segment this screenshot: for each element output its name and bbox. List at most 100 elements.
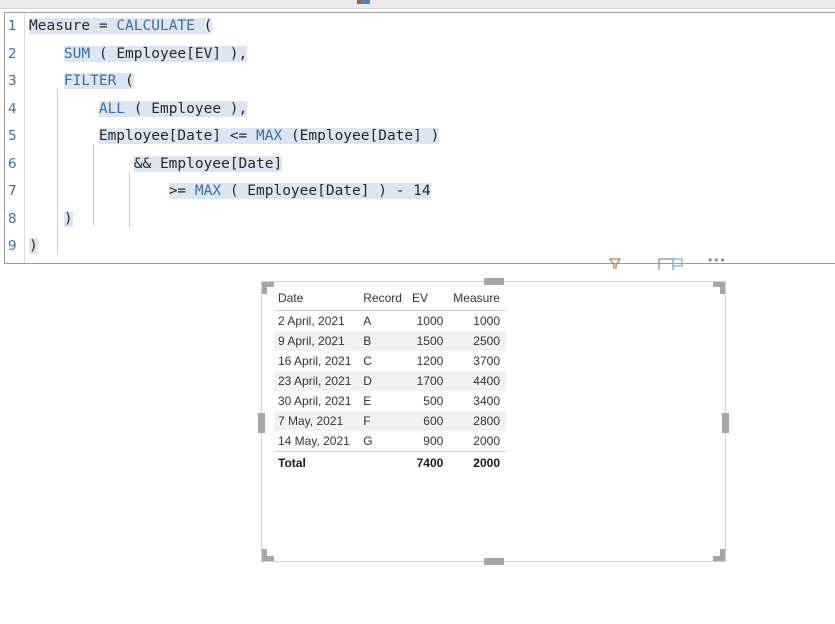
resize-handle-bottom[interactable]: [484, 558, 504, 565]
code-line-text[interactable]: && Employee[Date]: [29, 151, 283, 179]
cell-record[interactable]: G: [359, 431, 408, 452]
visual-header-icons[interactable]: •••: [600, 258, 760, 272]
code-line[interactable]: 4 ALL ( Employee ),: [5, 96, 835, 124]
cell-measure[interactable]: 2000: [449, 431, 506, 452]
cell-ev[interactable]: 1700: [407, 371, 450, 391]
code-line[interactable]: 2 SUM ( Employee[EV] ),: [5, 41, 835, 69]
line-number: 4: [8, 100, 17, 117]
resize-handle-left[interactable]: [258, 413, 265, 433]
focus-mode-icon[interactable]: [658, 258, 684, 270]
cell-record[interactable]: A: [359, 311, 408, 332]
cell-date[interactable]: 7 May, 2021: [274, 411, 360, 431]
total-cell-ev: 7400: [407, 451, 450, 473]
indent-guide: [93, 144, 94, 226]
selection-highlight: ): [29, 238, 38, 254]
dax-keyword: MAX: [194, 183, 222, 199]
total-cell-measure: 2000: [449, 451, 506, 473]
table-visual-container[interactable]: Date Record EV Measure 2 April, 2021 A 100…: [258, 278, 729, 565]
selection-highlight: FILTER (: [63, 73, 134, 89]
line-number: 8: [8, 210, 17, 227]
cell-date[interactable]: 9 April, 2021: [274, 331, 360, 351]
code-line-text[interactable]: Measure = CALCULATE (: [29, 13, 213, 41]
cell-date[interactable]: 14 May, 2021: [274, 431, 359, 452]
total-cell-date: Total: [274, 451, 360, 473]
selection-highlight: ): [63, 210, 73, 227]
cell-record[interactable]: F: [359, 411, 408, 431]
line-number: 3: [8, 73, 17, 89]
table-row[interactable]: 16 April, 2021 C 1200 3700: [274, 351, 506, 371]
cell-ev[interactable]: 500: [408, 391, 449, 411]
table-row[interactable]: 9 April, 2021 B 1500 2500: [274, 331, 506, 351]
dax-keyword: CALCULATE: [116, 18, 195, 34]
cell-measure[interactable]: 1000: [449, 311, 506, 332]
resize-handle-top[interactable]: [484, 278, 504, 285]
selection-highlight: && Employee[Date]: [133, 155, 283, 172]
code-line-text[interactable]: ALL ( Employee ),: [29, 96, 248, 124]
cell-date[interactable]: 16 April, 2021: [274, 351, 359, 371]
dax-keyword: MAX: [255, 128, 283, 144]
top-toolbar-strip: [0, 0, 835, 9]
table-visual[interactable]: Date Record EV Measure 2 April, 2021 A 100…: [274, 287, 506, 473]
selection-highlight: Measure = CALCULATE (: [29, 18, 213, 34]
data-table[interactable]: Date Record EV Measure 2 April, 2021 A 100…: [274, 287, 506, 473]
dax-keyword: FILTER: [63, 73, 117, 89]
column-header-ev[interactable]: EV: [407, 287, 450, 311]
dax-formula-editor[interactable]: 1 Measure = CALCULATE ( 2 SUM ( Employee[E…: [4, 12, 835, 264]
selection-highlight: Employee[Date] <= MAX (Employee[Date] ): [98, 128, 440, 144]
cell-ev[interactable]: 600: [407, 411, 450, 431]
code-line[interactable]: 5 Employee[Date] <= MAX (Employee[Date] …: [5, 123, 835, 151]
table-row[interactable]: 2 April, 2021 A 1000 1000: [274, 311, 506, 332]
column-header-date[interactable]: Date: [274, 287, 360, 311]
cell-measure[interactable]: 4400: [449, 371, 506, 391]
code-line-text[interactable]: >= MAX ( Employee[Date] ) - 14: [29, 178, 431, 206]
code-line[interactable]: 3 FILTER (: [5, 68, 835, 96]
cell-measure[interactable]: 3400: [449, 391, 506, 411]
code-line-text[interactable]: ): [29, 206, 73, 234]
line-number: 5: [8, 128, 17, 144]
cell-ev[interactable]: 1500: [407, 331, 450, 351]
table-header-row: Date Record EV Measure: [274, 287, 506, 311]
code-line-text[interactable]: Employee[Date] <= MAX (Employee[Date] ): [29, 123, 440, 151]
column-header-record[interactable]: Record: [359, 287, 408, 311]
code-line-text[interactable]: ): [29, 233, 38, 261]
column-header-measure[interactable]: Measure: [449, 287, 506, 311]
code-line[interactable]: 9): [5, 233, 835, 261]
table-row[interactable]: 14 May, 2021 G 900 2000: [274, 431, 506, 452]
dax-keyword: SUM: [63, 45, 91, 62]
cell-record[interactable]: D: [359, 371, 408, 391]
selection-highlight: >= MAX ( Employee[Date] ) - 14: [168, 183, 431, 199]
cell-measure[interactable]: 2800: [449, 411, 506, 431]
filter-icon[interactable]: [608, 258, 622, 269]
resize-handle-right[interactable]: [722, 413, 729, 433]
line-number: 2: [8, 45, 17, 62]
table-row[interactable]: 30 April, 2021 E 500 3400: [274, 391, 506, 411]
code-line-text[interactable]: SUM ( Employee[EV] ),: [29, 41, 248, 69]
table-body[interactable]: 2 April, 2021 A 1000 1000 9 April, 2021 B 1500…: [274, 311, 506, 473]
code-line-text[interactable]: FILTER (: [29, 68, 134, 96]
cell-measure[interactable]: 3700: [449, 351, 506, 371]
selection-highlight: ALL ( Employee ),: [98, 100, 248, 117]
cell-measure[interactable]: 2500: [449, 331, 506, 351]
total-cell-record: [359, 451, 408, 473]
indent-guide: [57, 89, 58, 254]
cell-date[interactable]: 23 April, 2021: [274, 371, 360, 391]
cell-date[interactable]: 30 April, 2021: [274, 391, 359, 411]
cell-ev[interactable]: 1000: [408, 311, 449, 332]
table-row[interactable]: 23 April, 2021 D 1700 4400: [274, 371, 506, 391]
cell-ev[interactable]: 900: [408, 431, 449, 452]
indent-guide: [129, 172, 130, 227]
more-options-icon[interactable]: •••: [708, 258, 730, 264]
line-number: 9: [8, 238, 17, 254]
cell-record[interactable]: E: [359, 391, 408, 411]
cell-record[interactable]: B: [359, 331, 408, 351]
cell-ev[interactable]: 1200: [408, 351, 449, 371]
dax-keyword: ALL: [98, 100, 126, 117]
line-number: 1: [8, 18, 17, 34]
cell-date[interactable]: 2 April, 2021: [274, 311, 359, 332]
table-row[interactable]: 7 May, 2021 F 600 2800: [274, 411, 506, 431]
line-number: 7: [8, 183, 17, 199]
code-line[interactable]: 1 Measure = CALCULATE (: [5, 13, 835, 41]
table-total-row[interactable]: Total 7400 2000: [274, 451, 506, 473]
cell-record[interactable]: C: [359, 351, 408, 371]
selection-highlight: SUM ( Employee[EV] ),: [63, 45, 248, 62]
